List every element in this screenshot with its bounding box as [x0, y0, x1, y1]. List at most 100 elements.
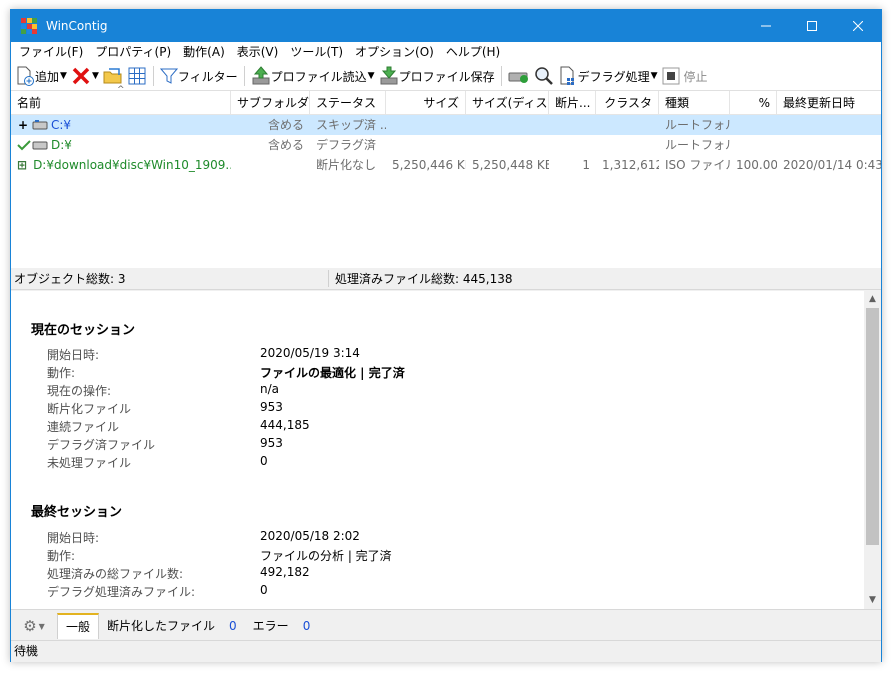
grid-icon: [128, 67, 146, 85]
kv-value: ファイルの分析 | 完了済: [260, 549, 392, 563]
chevron-down-icon: ▼: [38, 621, 45, 631]
chevron-down-icon[interactable]: ▼: [651, 71, 658, 81]
grid-view-button[interactable]: [125, 64, 149, 88]
menu-tools[interactable]: ツール(T): [284, 42, 349, 62]
menu-properties[interactable]: プロパティ(P): [89, 42, 177, 62]
tab-count: 0: [229, 619, 237, 633]
checkmark-icon: [17, 140, 31, 151]
row-name: D:¥: [51, 138, 72, 152]
drive-icon: [32, 141, 48, 150]
summary-status-bar: オブジェクト総数: 3 処理済みファイル総数: 445,138: [11, 268, 881, 290]
analyze-button[interactable]: [532, 64, 556, 88]
load-profile-icon: [252, 66, 270, 85]
menu-options[interactable]: オプション(O): [349, 42, 440, 62]
tab-general[interactable]: 一般: [57, 613, 100, 639]
tab-bar: ⚙ ▼ 一般 断片化したファイル 0 エラー 0: [11, 609, 881, 639]
row-size: 5,250,446 KB: [392, 158, 466, 172]
row-type: ISO ファイル: [665, 158, 730, 172]
load-profile-button[interactable]: プロファイル読込 ▼: [249, 64, 377, 88]
expand-plus-icon[interactable]: ⊞: [17, 155, 27, 175]
menu-action[interactable]: 動作(A): [177, 42, 231, 62]
defrag-file-icon: [560, 66, 574, 85]
filter-button[interactable]: フィルター: [158, 64, 240, 88]
kv-label: 開始日時:: [47, 348, 100, 362]
kv-value: 953: [260, 400, 283, 414]
kv-label: 処理済みの総ファイル数:: [47, 567, 184, 581]
object-count: オブジェクト総数: 3: [11, 270, 329, 287]
row-name: D:¥download¥disc¥Win10_1909...: [33, 158, 231, 172]
column-size-disk[interactable]: サイズ(ディスク): [466, 91, 549, 115]
tab-fragmented-files[interactable]: 断片化したファイル 0: [99, 613, 245, 639]
row-modified: 2020/01/14 0:43: [783, 158, 881, 172]
defrag-button[interactable]: デフラグ処理 ▼: [556, 64, 660, 88]
table-row[interactable]: D:¥ 含める デフラグ済 ルートフォルダ: [11, 135, 881, 155]
row-size-disk: 5,250,448 KB: [472, 158, 549, 172]
column-clusters[interactable]: クラスタ: [596, 91, 659, 115]
column-header-row: ^ 名前 サブフォルダ ステータス サイズ サイズ(ディスク) 断片... クラ…: [11, 85, 881, 115]
kv-label: 開始日時:: [47, 531, 100, 545]
load-profile-label: プロファイル読込: [270, 69, 367, 84]
column-type[interactable]: 種類: [659, 91, 730, 115]
save-profile-button[interactable]: プロファイル保存: [377, 64, 497, 88]
menu-file[interactable]: ファイル(F): [13, 42, 89, 62]
remove-button[interactable]: ▼: [69, 64, 101, 88]
kv-value: 0: [260, 583, 268, 597]
column-status[interactable]: ステータス: [310, 91, 386, 115]
row-type: ルートフォルダ: [665, 118, 730, 132]
app-logo-icon: [21, 18, 37, 34]
chevron-down-icon[interactable]: ▼: [60, 71, 67, 81]
kv-value: 2020/05/18 2:02: [260, 529, 360, 543]
kv-label: 動作:: [47, 366, 76, 380]
details-panel: 現在のセッション 開始日時: 2020/05/19 3:14 動作: ファイルの…: [11, 291, 881, 609]
close-icon: [853, 21, 863, 31]
current-session-title: 現在のセッション: [31, 323, 136, 338]
filter-funnel-icon: [159, 68, 178, 84]
chevron-down-icon[interactable]: ▼: [368, 71, 375, 81]
table-row[interactable]: ⊞ D:¥download¥disc¥Win10_1909... 断片化なし 5…: [11, 155, 881, 175]
drive-button[interactable]: [506, 64, 532, 88]
tab-label: 断片化したファイル: [107, 619, 216, 633]
kv-label: 動作:: [47, 549, 76, 563]
vertical-scrollbar[interactable]: ▲ ▼: [864, 291, 881, 609]
sort-ascending-icon: ^: [117, 85, 125, 95]
menu-view[interactable]: 表示(V): [231, 42, 285, 62]
scrollbar-thumb[interactable]: [866, 308, 879, 545]
column-percent[interactable]: %: [730, 91, 777, 115]
kv-label: デフラグ処理済みファイル:: [47, 585, 196, 599]
add-button[interactable]: 追加 ▼: [13, 64, 69, 88]
row-type: ルートフォルダ: [665, 138, 730, 152]
app-window: WinContig ファイル(F) プロパティ(P) 動作(A) 表示(V) ツ…: [10, 9, 882, 662]
remove-x-icon: [72, 67, 90, 85]
row-status: 断片化なし: [316, 158, 377, 172]
tab-label: エラー: [252, 619, 289, 633]
settings-button[interactable]: ⚙ ▼: [11, 613, 57, 639]
save-profile-icon: [380, 66, 398, 85]
folder-open-icon: [103, 68, 122, 84]
close-button[interactable]: [835, 10, 881, 42]
chevron-down-icon[interactable]: ▼: [92, 71, 99, 81]
expand-plus-icon[interactable]: +: [17, 115, 29, 135]
row-subfolder: 含める: [267, 118, 304, 132]
minimize-icon: [761, 25, 771, 27]
stop-icon: [662, 67, 680, 85]
column-fragments[interactable]: 断片...: [549, 91, 596, 115]
minimize-button[interactable]: [743, 10, 789, 42]
window-title: WinContig: [46, 19, 108, 33]
column-size[interactable]: サイズ: [386, 91, 466, 115]
column-subfolder[interactable]: サブフォルダ: [231, 91, 310, 115]
magnifier-icon: [534, 67, 553, 85]
tab-count: 0: [302, 619, 311, 633]
row-status: スキップ済 ...: [316, 118, 386, 132]
menu-help[interactable]: ヘルプ(H): [440, 42, 506, 62]
scroll-down-icon[interactable]: ▼: [864, 592, 881, 609]
row-subfolder: 含める: [267, 138, 304, 152]
column-modified[interactable]: 最終更新日時: [777, 91, 881, 115]
table-row[interactable]: + C:¥ 含める スキップ済 ... ルートフォルダ: [11, 115, 881, 135]
maximize-button[interactable]: [789, 10, 835, 42]
row-percent: 100.00: [736, 158, 777, 172]
stop-button[interactable]: 停止: [660, 64, 710, 88]
tab-errors[interactable]: エラー 0: [245, 613, 319, 639]
title-bar[interactable]: WinContig: [11, 10, 881, 42]
scroll-up-icon[interactable]: ▲: [864, 291, 881, 308]
menu-bar: ファイル(F) プロパティ(P) 動作(A) 表示(V) ツール(T) オプショ…: [11, 42, 881, 62]
